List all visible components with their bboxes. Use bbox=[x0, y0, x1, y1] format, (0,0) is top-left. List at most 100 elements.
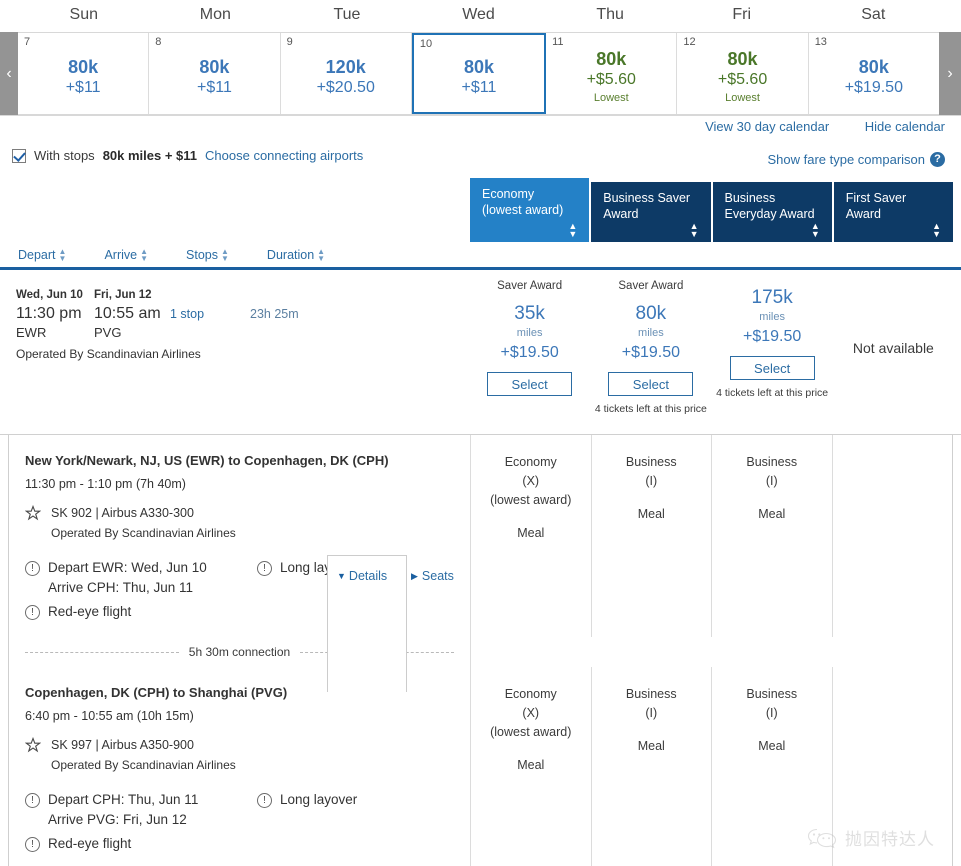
sort-depart[interactable]: Depart ▲ ▼ bbox=[18, 247, 67, 262]
exclamation-icon: ! bbox=[25, 837, 40, 852]
calendar-day-11[interactable]: 11 80k +$5.60 Lowest bbox=[546, 33, 678, 114]
choose-connecting-airports-link[interactable]: Choose connecting airports bbox=[205, 148, 363, 163]
note-text: Depart CPH: Thu, Jun 11 Arrive PVG: Fri,… bbox=[48, 790, 198, 830]
day-price: +$5.60 bbox=[717, 70, 768, 88]
fare-cell-business-everyday: 175k miles +$19.50 Select 4 tickets left… bbox=[713, 270, 832, 435]
sort-stops[interactable]: Stops ▲ ▼ bbox=[186, 247, 229, 262]
seats-label: Seats bbox=[421, 569, 454, 583]
with-stops-row: With stops 80k miles + $11 Choose connec… bbox=[0, 142, 961, 178]
fare-header-business-saver[interactable]: Business Saver Award ▲ ▼ bbox=[591, 182, 711, 242]
select-button-economy[interactable]: Select bbox=[487, 372, 573, 396]
calendar-day-13[interactable]: 13 80k +$19.50 bbox=[808, 33, 939, 114]
segment-1: New York/Newark, NJ, US (EWR) to Copenha… bbox=[9, 435, 952, 637]
day-miles: 80k bbox=[68, 56, 99, 77]
fare-cell-economy: Saver Award 35k miles +$19.50 Select bbox=[470, 270, 589, 435]
cabin-code: (I) bbox=[765, 474, 778, 488]
segment-2-depart-note: Depart CPH: Thu, Jun 11 bbox=[48, 792, 199, 807]
segment-1-redeye-text: Red-eye flight bbox=[48, 604, 132, 619]
show-fare-type-comparison-link[interactable]: Show fare type comparison bbox=[767, 152, 925, 167]
calendar-prev-arrow[interactable]: ‹ bbox=[0, 32, 18, 115]
arrive-time: 10:55 am bbox=[94, 305, 161, 322]
calendar-day-7[interactable]: 7 80k +$11 bbox=[18, 33, 150, 114]
segment-1-cabin-economy: Economy (X) (lowest award) Meal bbox=[471, 435, 592, 637]
segment-2-notes: ! Depart CPH: Thu, Jun 11 Arrive PVG: Fr… bbox=[25, 790, 470, 854]
fare-column-headers: Economy (lowest award) ▲ ▼ Business Saver… bbox=[0, 178, 961, 242]
fare-header-business-everyday[interactable]: Business Everyday Award ▲ ▼ bbox=[712, 182, 832, 242]
flight-details-panel: New York/Newark, NJ, US (EWR) to Copenha… bbox=[8, 435, 953, 866]
segment-1-depart-note: Depart EWR: Wed, Jun 10 bbox=[48, 560, 207, 575]
details-toggle[interactable]: ▼ Details bbox=[337, 569, 387, 583]
exclamation-icon: ! bbox=[257, 561, 272, 576]
segment-2-info: Copenhagen, DK (CPH) to Shanghai (PVG) 6… bbox=[9, 667, 471, 866]
cabin-name: Business bbox=[746, 687, 798, 701]
depart-airport-code: EWR bbox=[16, 325, 47, 340]
sort-arrows-icon[interactable]: ▲ ▼ bbox=[140, 247, 148, 262]
stops-value-link[interactable]: 1 stop bbox=[170, 307, 204, 321]
fare-header-first-saver[interactable]: First Saver Award ▲ ▼ bbox=[833, 182, 953, 242]
miles-unit: miles bbox=[638, 327, 664, 339]
cabin-code: (I) bbox=[645, 474, 658, 488]
day-miles: 80k bbox=[858, 56, 889, 77]
day-miles: 120k bbox=[325, 56, 366, 77]
day-miles: 80k bbox=[463, 56, 494, 77]
calendar-day-9[interactable]: 9 120k +$20.50 bbox=[280, 33, 412, 114]
sort-bar: Depart ▲ ▼ Arrive ▲ ▼ Stops ▲ ▼ Duration ▲ ▼ bbox=[0, 242, 961, 270]
cabin-extra: (lowest award) bbox=[490, 493, 572, 507]
saver-award-label: Saver Award bbox=[618, 280, 684, 292]
segment-1-flight-line: SK 902 | Airbus A330-300 bbox=[24, 504, 470, 521]
weekday-sun: Sun bbox=[69, 6, 99, 23]
weekday-wed: Wed bbox=[462, 6, 495, 23]
miles-unit: miles bbox=[759, 311, 785, 323]
segment-2-operated-by: Operated By Scandinavian Airlines bbox=[51, 758, 236, 772]
fare-header-economy[interactable]: Economy (lowest award) ▲ ▼ bbox=[470, 178, 590, 242]
seats-toggle[interactable]: ▶ Seats bbox=[411, 569, 454, 583]
cabin-name: Economy bbox=[504, 687, 557, 701]
segment-1-cabin-first-saver bbox=[833, 435, 953, 637]
weekday-mon: Mon bbox=[199, 6, 231, 23]
calendar-next-arrow[interactable]: › bbox=[939, 32, 961, 115]
sort-arrive[interactable]: Arrive ▲ ▼ bbox=[104, 247, 148, 262]
segment-2-layover-note: ! Long layover bbox=[257, 790, 357, 810]
flight-result-row: Wed, Jun 10 11:30 pm EWR Fri, Jun 12 10:… bbox=[0, 270, 961, 692]
sort-arrows-icon[interactable]: ▲ ▼ bbox=[317, 247, 325, 262]
help-icon[interactable]: ? bbox=[930, 152, 945, 167]
sort-arrows-icon[interactable]: ▲ ▼ bbox=[811, 222, 820, 239]
cabin-name: Business bbox=[625, 687, 677, 701]
weekday-thu: Thu bbox=[596, 6, 624, 23]
flight-summary: Wed, Jun 10 11:30 pm EWR Fri, Jun 12 10:… bbox=[16, 288, 466, 361]
sort-duration[interactable]: Duration ▲ ▼ bbox=[266, 247, 325, 262]
hide-calendar-link[interactable]: Hide calendar bbox=[865, 119, 945, 134]
sort-arrows-icon[interactable]: ▲ ▼ bbox=[221, 247, 229, 262]
cabin-meal: Meal bbox=[517, 526, 545, 540]
exclamation-icon: ! bbox=[25, 605, 40, 620]
cash-surcharge: +$19.50 bbox=[500, 344, 559, 361]
sort-arrows-icon[interactable]: ▲ ▼ bbox=[932, 222, 941, 239]
calendar-weekday-row: Sun Mon Tue Wed Thu Fri Sat bbox=[0, 0, 961, 32]
calendar-day-10-selected[interactable]: 10 80k +$11 bbox=[411, 33, 547, 114]
segment-2-flight-number: SK 997 | Airbus A350-900 bbox=[51, 738, 194, 752]
connection-filler bbox=[471, 637, 952, 667]
segment-1-cabin-business-saver: Business (I) Meal bbox=[592, 435, 712, 637]
with-stops-checkbox[interactable] bbox=[12, 148, 26, 163]
sort-duration-label: Duration bbox=[266, 247, 315, 262]
select-button-business-everyday[interactable]: Select bbox=[729, 356, 815, 380]
with-stops-label: With stops bbox=[34, 148, 95, 163]
calendar-day-8[interactable]: 8 80k +$11 bbox=[149, 33, 281, 114]
sort-arrows-icon[interactable]: ▲ ▼ bbox=[568, 222, 577, 239]
select-button-business-saver[interactable]: Select bbox=[608, 372, 694, 396]
day-miles: 80k bbox=[199, 56, 230, 77]
fare-header-line2: Everyday Award bbox=[724, 207, 815, 221]
segment-2-redeye-note: ! Red-eye flight bbox=[25, 834, 470, 854]
sort-arrows-icon[interactable]: ▲ ▼ bbox=[59, 247, 67, 262]
stops-column: 1 stop bbox=[170, 288, 250, 323]
view-30-day-calendar-link[interactable]: View 30 day calendar bbox=[705, 119, 829, 134]
calendar-links: View 30 day calendar Hide calendar bbox=[673, 119, 945, 134]
star-alliance-icon bbox=[24, 736, 42, 753]
day-number: 8 bbox=[155, 36, 162, 48]
calendar-day-12[interactable]: 12 80k +$5.60 Lowest bbox=[677, 33, 809, 114]
weekday-sat: Sat bbox=[861, 6, 886, 23]
segment-1-route: New York/Newark, NJ, US (EWR) to Copenha… bbox=[25, 453, 389, 468]
cabin-code: (X) bbox=[522, 706, 540, 720]
sort-arrows-icon[interactable]: ▲ ▼ bbox=[690, 222, 699, 239]
cabin-name: Economy bbox=[504, 455, 557, 469]
